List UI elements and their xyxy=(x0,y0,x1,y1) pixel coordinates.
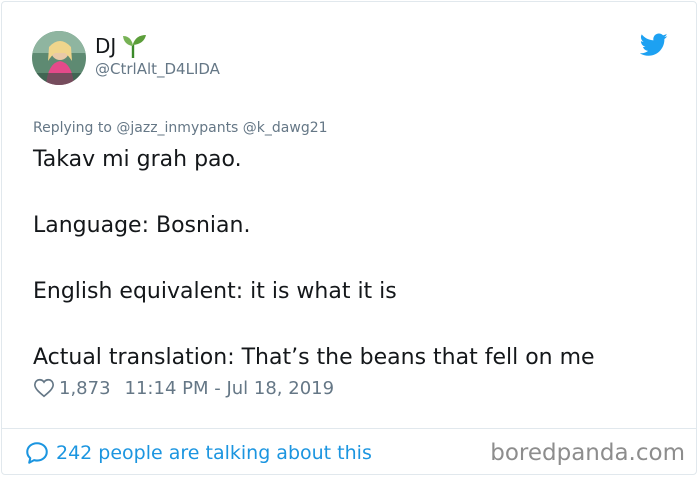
tweet-line: English equivalent: it is what it is xyxy=(33,279,397,304)
avatar[interactable] xyxy=(32,31,86,85)
heart-icon[interactable] xyxy=(33,377,55,399)
tweet-text: Takav mi grah pao. Language: Bosnian. En… xyxy=(33,143,673,374)
twitter-bird-icon[interactable] xyxy=(639,33,668,57)
like-count[interactable]: 1,873 xyxy=(59,378,111,399)
display-name[interactable]: DJ xyxy=(95,34,116,58)
tweet-line: Language: Bosnian. xyxy=(33,213,251,238)
seedling-icon xyxy=(120,33,148,59)
tweet-line: Actual translation: That’s the beans tha… xyxy=(33,345,595,370)
user-handle[interactable]: @CtrlAlt_D4LIDA xyxy=(95,60,220,78)
name-row: DJ xyxy=(95,33,148,59)
speech-bubble-icon xyxy=(24,440,50,466)
tweet-line: Takav mi grah pao. xyxy=(33,147,242,172)
timestamp[interactable]: 11:14 PM - Jul 18, 2019 xyxy=(125,378,335,399)
tweet-meta: 1,873 11:14 PM - Jul 18, 2019 xyxy=(33,377,334,399)
talking-text: 242 people are talking about this xyxy=(56,442,372,464)
watermark: boredpanda.com xyxy=(490,440,685,466)
replying-to[interactable]: Replying to @jazz_inmypants @k_dawg21 xyxy=(33,120,328,136)
conversation-link[interactable]: 242 people are talking about this xyxy=(24,440,372,466)
divider xyxy=(1,428,697,429)
